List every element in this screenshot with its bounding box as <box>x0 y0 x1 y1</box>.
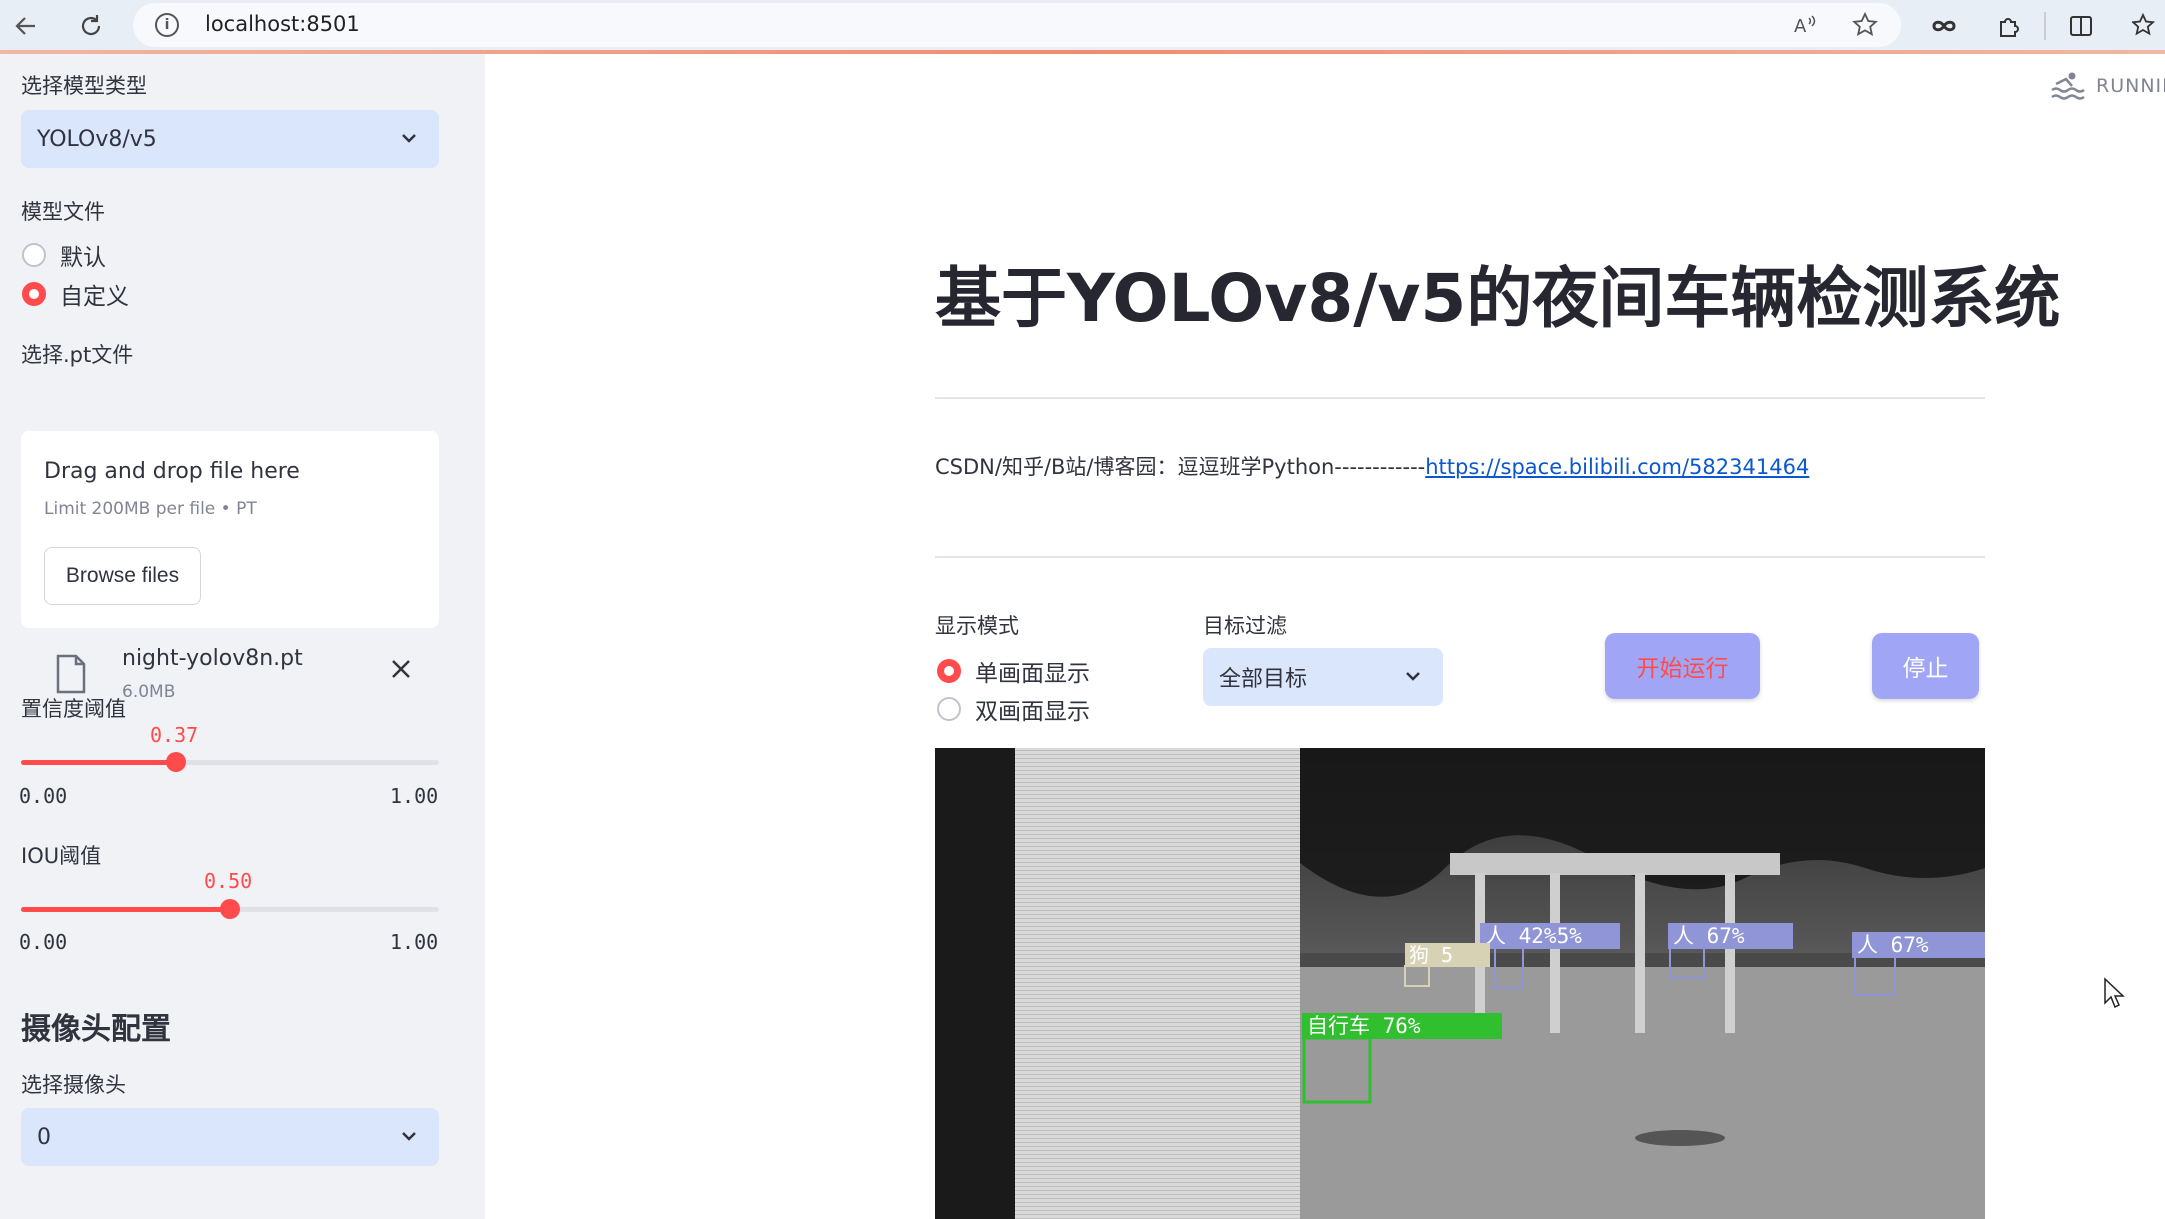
radio-label: 单画面显示 <box>975 661 1090 687</box>
confidence-min: 0.00 <box>19 784 68 808</box>
file-icon <box>56 654 86 694</box>
radio-single-view[interactable]: 单画面显示 <box>937 654 1090 688</box>
camera-label: 选择摄像头 <box>21 1073 126 1097</box>
read-aloud-icon[interactable]: A <box>1789 9 1821 41</box>
slider-thumb[interactable] <box>166 752 186 772</box>
radio-default[interactable]: 默认 <box>22 238 106 272</box>
iou-value: 0.50 <box>204 869 253 893</box>
slider-thumb[interactable] <box>220 899 240 919</box>
infinity-icon[interactable] <box>1924 6 1964 46</box>
bilibili-link[interactable]: https://space.bilibili.com/582341464 <box>1425 455 1809 479</box>
close-icon <box>392 660 410 678</box>
svg-text:人 67%: 人 67% <box>1673 924 1745 948</box>
target-filter-select[interactable]: 全部目标 <box>1203 648 1443 706</box>
info-prefix: CSDN/知乎/B站/博客园：逗逗班学Python------------ <box>935 455 1426 479</box>
chevron-down-icon <box>402 1132 416 1141</box>
running-status: RUNNIN <box>2050 70 2165 102</box>
refresh-icon[interactable] <box>71 6 111 46</box>
page-title: 基于YOLOv8/v5的夜间车辆检测系统 <box>935 260 2061 337</box>
chevron-down-icon <box>1406 672 1420 681</box>
uploaded-file-name: night-yolov8n.pt <box>122 646 303 671</box>
sidebar: 选择模型类型 YOLOv8/v5 模型文件 默认 自定义 选择.pt文件 Dra… <box>0 54 485 1219</box>
iou-label: IOU阈值 <box>21 844 102 868</box>
radio-label: 自定义 <box>60 284 129 310</box>
divider <box>935 397 1985 399</box>
dropzone-limit: Limit 200MB per file • PT <box>44 499 257 519</box>
radio-custom[interactable]: 自定义 <box>22 277 129 311</box>
radio-circle-selected <box>937 659 961 683</box>
radio-label: 双画面显示 <box>975 699 1090 725</box>
back-icon[interactable] <box>6 6 46 46</box>
running-text: RUNNIN <box>2096 75 2165 97</box>
dropzone-text: Drag and drop file here <box>44 459 300 484</box>
info-icon[interactable]: i <box>155 13 179 37</box>
slider-fill <box>21 760 176 765</box>
address-bar[interactable]: i localhost:8501 A <box>133 3 1901 47</box>
file-dropzone[interactable]: Drag and drop file here Limit 200MB per … <box>21 431 439 628</box>
pt-file-label: 选择.pt文件 <box>21 343 134 367</box>
display-mode-label: 显示模式 <box>935 614 1019 638</box>
svg-text:A: A <box>1794 16 1807 37</box>
favorites-icon[interactable] <box>2125 6 2165 46</box>
mouse-cursor-icon <box>2104 977 2125 1009</box>
radio-dual-view[interactable]: 双画面显示 <box>937 692 1090 726</box>
model-type-label: 选择模型类型 <box>21 74 147 98</box>
model-type-value: YOLOv8/v5 <box>37 126 157 152</box>
split-screen-icon[interactable] <box>2061 6 2101 46</box>
swimmer-icon <box>2051 72 2085 100</box>
model-file-label: 模型文件 <box>21 200 105 224</box>
model-type-select[interactable]: YOLOv8/v5 <box>21 110 439 168</box>
camera-value: 0 <box>37 1124 51 1150</box>
uploaded-file-size: 6.0MB <box>122 682 176 702</box>
iou-slider[interactable] <box>21 899 439 919</box>
toolbar-separator <box>2044 12 2046 40</box>
divider <box>935 556 1985 558</box>
browse-files-button[interactable]: Browse files <box>44 547 201 605</box>
remove-file-button[interactable] <box>386 654 416 684</box>
url-text: localhost:8501 <box>205 12 360 36</box>
start-button[interactable]: 开始运行 <box>1605 633 1760 699</box>
confidence-max: 1.00 <box>390 784 439 808</box>
browser-toolbar: i localhost:8501 A <box>0 0 2165 53</box>
target-filter-value: 全部目标 <box>1219 667 1308 692</box>
camera-select[interactable]: 0 <box>21 1108 439 1166</box>
svg-text:人 67%: 人 67% <box>1857 933 1929 957</box>
confidence-label: 置信度阈值 <box>21 697 126 721</box>
chevron-down-icon <box>402 134 416 143</box>
detection-image: 人 42%5% 人 67% 人 67% 狗 5 自行车 76% <box>935 748 1985 1219</box>
radio-circle <box>22 243 46 267</box>
radio-circle <box>937 697 961 721</box>
iou-min: 0.00 <box>19 930 68 954</box>
target-filter-label: 目标过滤 <box>1203 614 1287 638</box>
video-frame: 人 42%5% 人 67% 人 67% 狗 5 自行车 76% <box>935 748 1985 1219</box>
favorite-star-icon[interactable] <box>1849 9 1881 41</box>
svg-text:人 42%5%: 人 42%5% <box>1485 924 1582 948</box>
info-line: CSDN/知乎/B站/博客园：逗逗班学Python------------htt… <box>935 451 1809 481</box>
camera-section-title: 摄像头配置 <box>21 1012 171 1047</box>
confidence-slider[interactable] <box>21 752 439 772</box>
confidence-value: 0.37 <box>150 723 199 747</box>
stop-button[interactable]: 停止 <box>1872 633 1979 699</box>
extensions-icon[interactable] <box>1989 6 2029 46</box>
iou-max: 1.00 <box>390 930 439 954</box>
radio-label: 默认 <box>60 245 106 271</box>
svg-text:自行车 76%: 自行车 76% <box>1307 1014 1421 1038</box>
slider-fill <box>21 907 230 912</box>
svg-text:狗 5: 狗 5 <box>1409 943 1453 967</box>
radio-circle-selected <box>22 282 46 306</box>
